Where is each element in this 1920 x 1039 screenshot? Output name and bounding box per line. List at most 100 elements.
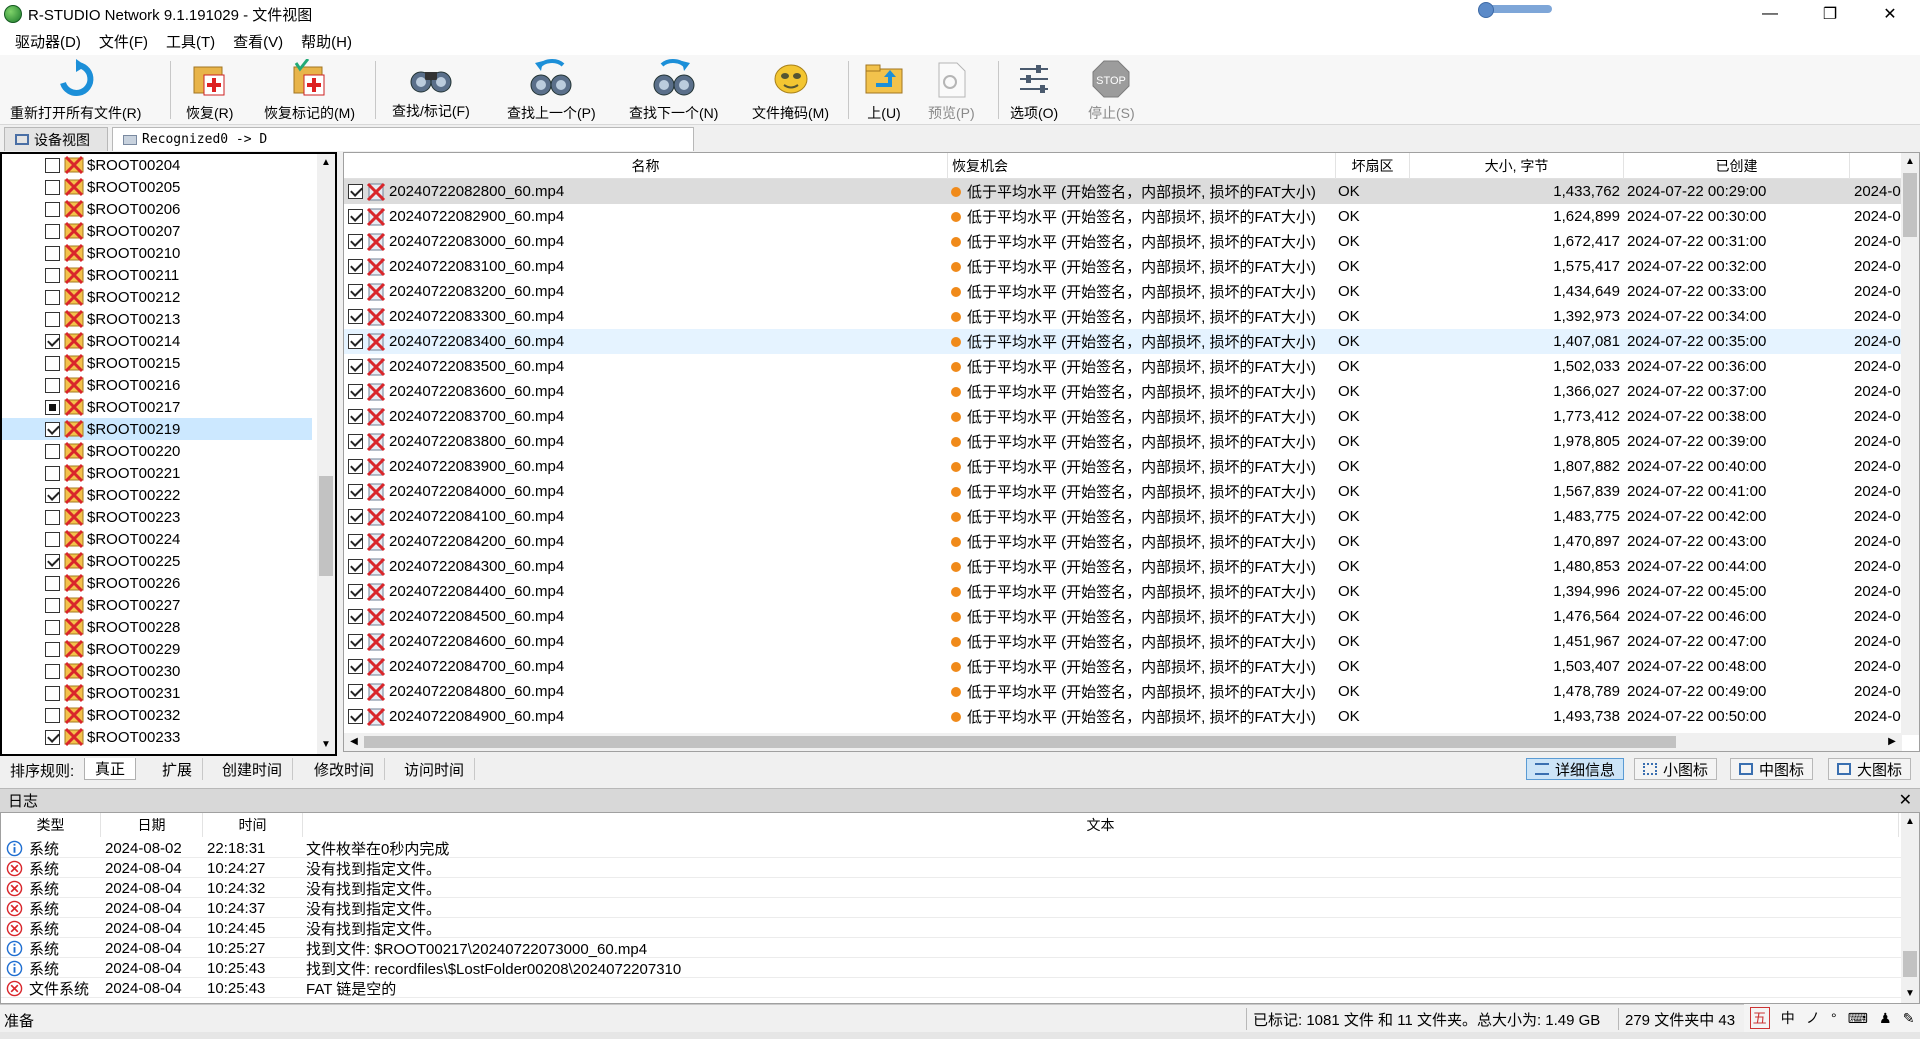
tree-item-checkbox[interactable] xyxy=(45,333,60,349)
table-row[interactable]: 20240722084300_60.mp4 低于平均水平 (开始签名，内部损坏, … xyxy=(344,554,1902,579)
ime-settings-icon[interactable]: ✎ xyxy=(1903,1010,1915,1027)
tree-item-checkbox[interactable] xyxy=(45,707,60,723)
tree-item[interactable]: $ROOT00225 xyxy=(2,550,312,572)
column-bad-sectors[interactable]: 坏扇区 xyxy=(1336,153,1410,179)
table-row[interactable]: 20240722084800_60.mp4 低于平均水平 (开始签名，内部损坏, … xyxy=(344,679,1902,704)
log-column-date[interactable]: 日期 xyxy=(101,813,203,837)
sort-tab-accessed[interactable]: 访问时间 xyxy=(394,758,476,780)
tree-item-checkbox[interactable] xyxy=(45,267,60,283)
tree-item[interactable]: $ROOT00204 xyxy=(2,154,312,176)
tree-item-checkbox[interactable] xyxy=(45,355,60,371)
log-column-time[interactable]: 时间 xyxy=(203,813,303,837)
file-checkbox[interactable] xyxy=(348,684,363,699)
file-checkbox[interactable] xyxy=(348,709,363,724)
tree-item[interactable]: $ROOT00211 xyxy=(2,264,312,286)
table-row[interactable]: 20240722082800_60.mp4 低于平均水平 (开始签名，内部损坏, … xyxy=(344,179,1902,204)
tree-item[interactable]: $ROOT00228 xyxy=(2,616,312,638)
tree-item[interactable]: $ROOT00205 xyxy=(2,176,312,198)
tree-scrollbar[interactable]: ▲ ▼ xyxy=(317,154,335,754)
menu-file[interactable]: 文件(F) xyxy=(90,31,157,52)
table-row[interactable]: 20240722083300_60.mp4 低于平均水平 (开始签名，内部损坏, … xyxy=(344,304,1902,329)
tree-item-checkbox[interactable] xyxy=(45,509,60,525)
tab-recognized[interactable]: Recognized0 -> D xyxy=(112,127,694,151)
file-list-hscroll-thumb[interactable] xyxy=(364,736,1676,748)
file-checkbox[interactable] xyxy=(348,209,363,224)
log-row[interactable]: 系统 2024-08-04 10:24:37 没有找到指定文件。 xyxy=(1,898,1901,918)
tree-item-checkbox[interactable] xyxy=(45,311,60,327)
tree-item[interactable]: $ROOT00215 xyxy=(2,352,312,374)
table-row[interactable]: 20240722084000_60.mp4 低于平均水平 (开始签名，内部损坏, … xyxy=(344,479,1902,504)
tree-item-checkbox[interactable] xyxy=(45,377,60,393)
scroll-down-arrow-icon[interactable]: ▼ xyxy=(317,736,335,754)
scroll-up-arrow-icon[interactable]: ▲ xyxy=(1901,813,1919,831)
tree-item[interactable]: $ROOT00207 xyxy=(2,220,312,242)
log-scrollbar[interactable]: ▲ ▼ xyxy=(1901,813,1919,1003)
file-checkbox[interactable] xyxy=(348,459,363,474)
file-checkbox[interactable] xyxy=(348,634,363,649)
tree-item-checkbox[interactable] xyxy=(45,223,60,239)
tree-item[interactable]: $ROOT00223 xyxy=(2,506,312,528)
tree-item-checkbox[interactable] xyxy=(45,531,60,547)
file-checkbox[interactable] xyxy=(348,334,363,349)
tree-item-checkbox[interactable] xyxy=(45,157,60,173)
view-small-icons-button[interactable]: 小图标 xyxy=(1634,758,1718,780)
menu-drive[interactable]: 驱动器(D) xyxy=(6,31,90,52)
table-row[interactable]: 20240722084500_60.mp4 低于平均水平 (开始签名，内部损坏, … xyxy=(344,604,1902,629)
table-row[interactable]: 20240722084100_60.mp4 低于平均水平 (开始签名，内部损坏, … xyxy=(344,504,1902,529)
file-checkbox[interactable] xyxy=(348,609,363,624)
find-previous-button[interactable]: 查找上一个(P) xyxy=(507,59,596,121)
table-row[interactable]: 20240722084700_60.mp4 低于平均水平 (开始签名，内部损坏, … xyxy=(344,654,1902,679)
tree-item-checkbox[interactable] xyxy=(45,421,60,437)
ime-keyboard-icon[interactable]: ⌨ xyxy=(1848,1010,1868,1027)
ime-user-icon[interactable]: ♟ xyxy=(1879,1010,1892,1027)
view-large-icons-button[interactable]: 大图标 xyxy=(1828,758,1912,780)
sort-tab-created[interactable]: 创建时间 xyxy=(212,758,294,780)
tree-item[interactable]: $ROOT00222 xyxy=(2,484,312,506)
sort-tab-modified[interactable]: 修改时间 xyxy=(304,758,386,780)
tree-scroll-thumb[interactable] xyxy=(319,476,333,576)
file-checkbox[interactable] xyxy=(348,359,363,374)
tree-item-checkbox[interactable] xyxy=(45,201,60,217)
scroll-up-arrow-icon[interactable]: ▲ xyxy=(1901,153,1919,171)
log-row[interactable]: 系统 2024-08-04 10:24:27 没有找到指定文件。 xyxy=(1,858,1901,878)
tree-item[interactable]: $ROOT00217 xyxy=(2,396,312,418)
menu-help[interactable]: 帮助(H) xyxy=(292,31,361,52)
table-row[interactable]: 20240722083600_60.mp4 低于平均水平 (开始签名，内部损坏, … xyxy=(344,379,1902,404)
ime-chinese-icon[interactable]: 中 xyxy=(1781,1008,1795,1028)
column-created[interactable]: 已创建 xyxy=(1624,153,1850,179)
tree-item-checkbox[interactable] xyxy=(45,487,60,503)
table-row[interactable]: 20240722083000_60.mp4 低于平均水平 (开始签名，内部损坏, … xyxy=(344,229,1902,254)
maximize-button[interactable]: ❐ xyxy=(1800,0,1860,28)
file-checkbox[interactable] xyxy=(348,184,363,199)
log-close-icon[interactable]: ✕ xyxy=(1899,790,1912,810)
ime-wubi-icon[interactable]: 五 xyxy=(1749,1007,1770,1029)
up-button[interactable]: 上(U) xyxy=(862,59,906,121)
tree-item[interactable]: $ROOT00221 xyxy=(2,462,312,484)
file-list-hscrollbar[interactable]: ◀ ▶ xyxy=(344,733,1902,751)
file-list-scroll-thumb[interactable] xyxy=(1903,173,1917,237)
tree-item[interactable]: $ROOT00230 xyxy=(2,660,312,682)
tree-item[interactable]: $ROOT00233 xyxy=(2,726,312,748)
close-button[interactable]: ✕ xyxy=(1860,0,1920,28)
column-size[interactable]: 大小, 字节 xyxy=(1410,153,1624,179)
table-row[interactable]: 20240722083100_60.mp4 低于平均水平 (开始签名，内部损坏, … xyxy=(344,254,1902,279)
menu-view[interactable]: 查看(V) xyxy=(224,31,292,52)
file-checkbox[interactable] xyxy=(348,509,363,524)
table-row[interactable]: 20240722084600_60.mp4 低于平均水平 (开始签名，内部损坏, … xyxy=(344,629,1902,654)
file-checkbox[interactable] xyxy=(348,384,363,399)
tree-item-checkbox[interactable] xyxy=(45,575,60,591)
sort-tab-real[interactable]: 真正 xyxy=(84,758,137,780)
tree-item[interactable]: $ROOT00231 xyxy=(2,682,312,704)
file-checkbox[interactable] xyxy=(348,584,363,599)
scroll-left-arrow-icon[interactable]: ◀ xyxy=(346,733,362,751)
tree-item-checkbox[interactable] xyxy=(45,597,60,613)
tree-item[interactable]: $ROOT00227 xyxy=(2,594,312,616)
file-checkbox[interactable] xyxy=(348,559,363,574)
stop-button[interactable]: STOP 停止(S) xyxy=(1088,59,1135,121)
file-checkbox[interactable] xyxy=(348,409,363,424)
table-row[interactable]: 20240722084200_60.mp4 低于平均水平 (开始签名，内部损坏, … xyxy=(344,529,1902,554)
column-recovery-chance[interactable]: 恢复机会 xyxy=(948,153,1336,179)
scroll-down-arrow-icon[interactable]: ▼ xyxy=(1901,985,1919,1003)
transparency-slider[interactable] xyxy=(1478,2,1552,18)
table-row[interactable]: 20240722083900_60.mp4 低于平均水平 (开始签名，内部损坏, … xyxy=(344,454,1902,479)
